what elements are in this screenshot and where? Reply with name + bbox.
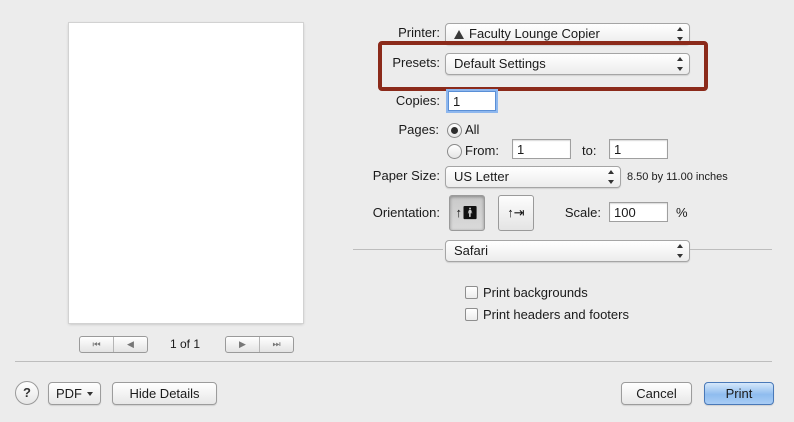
cancel-button[interactable]: Cancel	[621, 382, 692, 405]
pages-all-label: All	[465, 122, 480, 137]
page-indicator: 1 of 1	[169, 337, 201, 351]
landscape-icon: ↑⇥	[507, 205, 525, 220]
print-backgrounds-checkbox[interactable]	[465, 286, 478, 299]
pages-to-label: to:	[582, 143, 597, 158]
first-page-button[interactable]: ⏮	[80, 337, 113, 352]
section-divider-left	[353, 249, 443, 250]
pager-back-group: ⏮ ◀	[79, 336, 148, 353]
copies-label: Copies:	[395, 93, 440, 108]
presets-popup[interactable]: Default Settings	[445, 53, 690, 75]
popup-arrows-icon	[607, 170, 614, 184]
chevron-down-icon	[87, 392, 93, 396]
printer-label: Printer:	[398, 25, 440, 40]
pages-label: Pages:	[398, 122, 439, 137]
scale-field[interactable]: 100	[609, 202, 668, 222]
paper-size-value: US Letter	[454, 169, 509, 184]
warning-icon	[454, 30, 464, 39]
orientation-label: Orientation:	[372, 205, 440, 220]
paper-size-label: Paper Size:	[372, 168, 440, 183]
popup-arrows-icon	[676, 27, 683, 41]
page-preview	[69, 23, 303, 323]
last-page-button[interactable]: ⏭	[259, 337, 293, 352]
printer-value: Faculty Lounge Copier	[469, 26, 600, 41]
section-divider-right	[690, 249, 772, 250]
next-page-button[interactable]: ▶	[226, 337, 259, 352]
copies-field[interactable]: 1	[448, 91, 496, 111]
print-backgrounds-label: Print backgrounds	[483, 285, 588, 300]
pages-from-field[interactable]: 1	[512, 139, 571, 159]
portrait-icon: ↑🚹︎	[455, 205, 479, 220]
section-popup-value: Safari	[454, 243, 488, 258]
landscape-orientation-button[interactable]: ↑⇥	[498, 195, 534, 231]
portrait-orientation-button[interactable]: ↑🚹︎	[449, 195, 485, 231]
pages-all-radio[interactable]	[447, 123, 462, 138]
print-headers-footers-checkbox[interactable]	[465, 308, 478, 321]
pages-from-radio[interactable]	[447, 144, 462, 159]
pager-forward-group: ▶ ⏭	[225, 336, 294, 353]
footer-divider	[15, 361, 772, 362]
previous-page-button[interactable]: ◀	[113, 337, 147, 352]
hide-details-button[interactable]: Hide Details	[112, 382, 217, 405]
print-headers-footers-label: Print headers and footers	[483, 307, 629, 322]
section-popup[interactable]: Safari	[445, 240, 690, 262]
presets-value: Default Settings	[454, 56, 546, 71]
popup-arrows-icon	[676, 57, 683, 71]
presets-label: Presets:	[392, 55, 440, 70]
paper-size-popup[interactable]: US Letter	[445, 166, 621, 188]
paper-dimensions: 8.50 by 11.00 inches	[627, 171, 728, 183]
scale-label: Scale:	[564, 205, 601, 220]
pdf-label: PDF	[56, 386, 82, 401]
pages-from-label: From:	[465, 143, 499, 158]
pages-to-field[interactable]: 1	[609, 139, 668, 159]
popup-arrows-icon	[676, 244, 683, 258]
print-button[interactable]: Print	[704, 382, 774, 405]
help-button[interactable]: ?	[15, 381, 39, 405]
scale-unit: %	[676, 205, 688, 220]
pdf-menu-button[interactable]: PDF	[48, 382, 101, 405]
